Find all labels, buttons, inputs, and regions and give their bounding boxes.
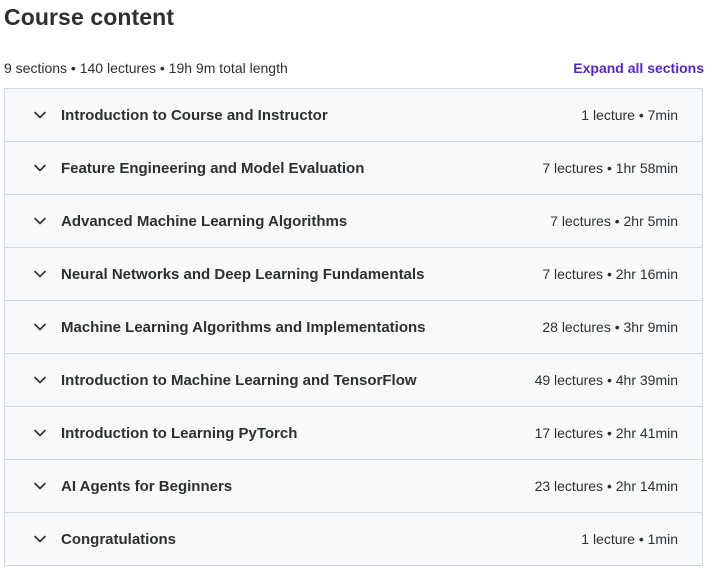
section-header[interactable]: Machine Learning Algorithms and Implemen… [5, 301, 702, 354]
chevron-down-icon [33, 108, 47, 122]
section-meta: 23 lectures • 2hr 14min [534, 478, 678, 494]
sections-list: Introduction to Course and Instructor 1 … [4, 88, 703, 566]
summary-row: 9 sections • 140 lectures • 19h 9m total… [4, 58, 704, 78]
chevron-down-icon [33, 267, 47, 281]
chevron-down-icon [33, 161, 47, 175]
chevron-down-icon [33, 532, 47, 546]
chevron-down-icon [33, 479, 47, 493]
course-summary: 9 sections • 140 lectures • 19h 9m total… [4, 60, 288, 76]
section-header[interactable]: Neural Networks and Deep Learning Fundam… [5, 248, 702, 301]
section-meta: 7 lectures • 2hr 5min [550, 213, 678, 229]
section-title: Congratulations [61, 530, 176, 548]
section-header[interactable]: Introduction to Learning PyTorch 17 lect… [5, 407, 702, 460]
section-meta: 7 lectures • 2hr 16min [542, 266, 678, 282]
section-title: Introduction to Learning PyTorch [61, 424, 298, 442]
section-title: Introduction to Machine Learning and Ten… [61, 371, 417, 389]
section-header[interactable]: Congratulations 1 lecture • 1min [5, 513, 702, 565]
section-title: Advanced Machine Learning Algorithms [61, 212, 348, 230]
section-meta: 7 lectures • 1hr 58min [542, 160, 678, 176]
section-header[interactable]: AI Agents for Beginners 23 lectures • 2h… [5, 460, 702, 513]
chevron-down-icon [33, 373, 47, 387]
section-header[interactable]: Feature Engineering and Model Evaluation… [5, 142, 702, 195]
section-title: Feature Engineering and Model Evaluation [61, 159, 365, 177]
expand-all-button[interactable]: Expand all sections [573, 60, 704, 76]
section-header[interactable]: Introduction to Machine Learning and Ten… [5, 354, 702, 407]
section-title: AI Agents for Beginners [61, 477, 233, 495]
section-meta: 1 lecture • 7min [581, 107, 678, 123]
section-title: Introduction to Course and Instructor [61, 106, 328, 124]
section-title: Machine Learning Algorithms and Implemen… [61, 318, 426, 336]
chevron-down-icon [33, 214, 47, 228]
chevron-down-icon [33, 426, 47, 440]
section-header[interactable]: Advanced Machine Learning Algorithms 7 l… [5, 195, 702, 248]
chevron-down-icon [33, 320, 47, 334]
section-header[interactable]: Introduction to Course and Instructor 1 … [5, 89, 702, 142]
section-meta: 17 lectures • 2hr 41min [534, 425, 678, 441]
page-title: Course content [4, 4, 175, 30]
section-meta: 49 lectures • 4hr 39min [534, 372, 678, 388]
course-content-panel: Course content 9 sections • 140 lectures… [0, 0, 707, 571]
section-meta: 1 lecture • 1min [581, 531, 678, 547]
section-meta: 28 lectures • 3hr 9min [542, 319, 678, 335]
section-title: Neural Networks and Deep Learning Fundam… [61, 265, 425, 283]
